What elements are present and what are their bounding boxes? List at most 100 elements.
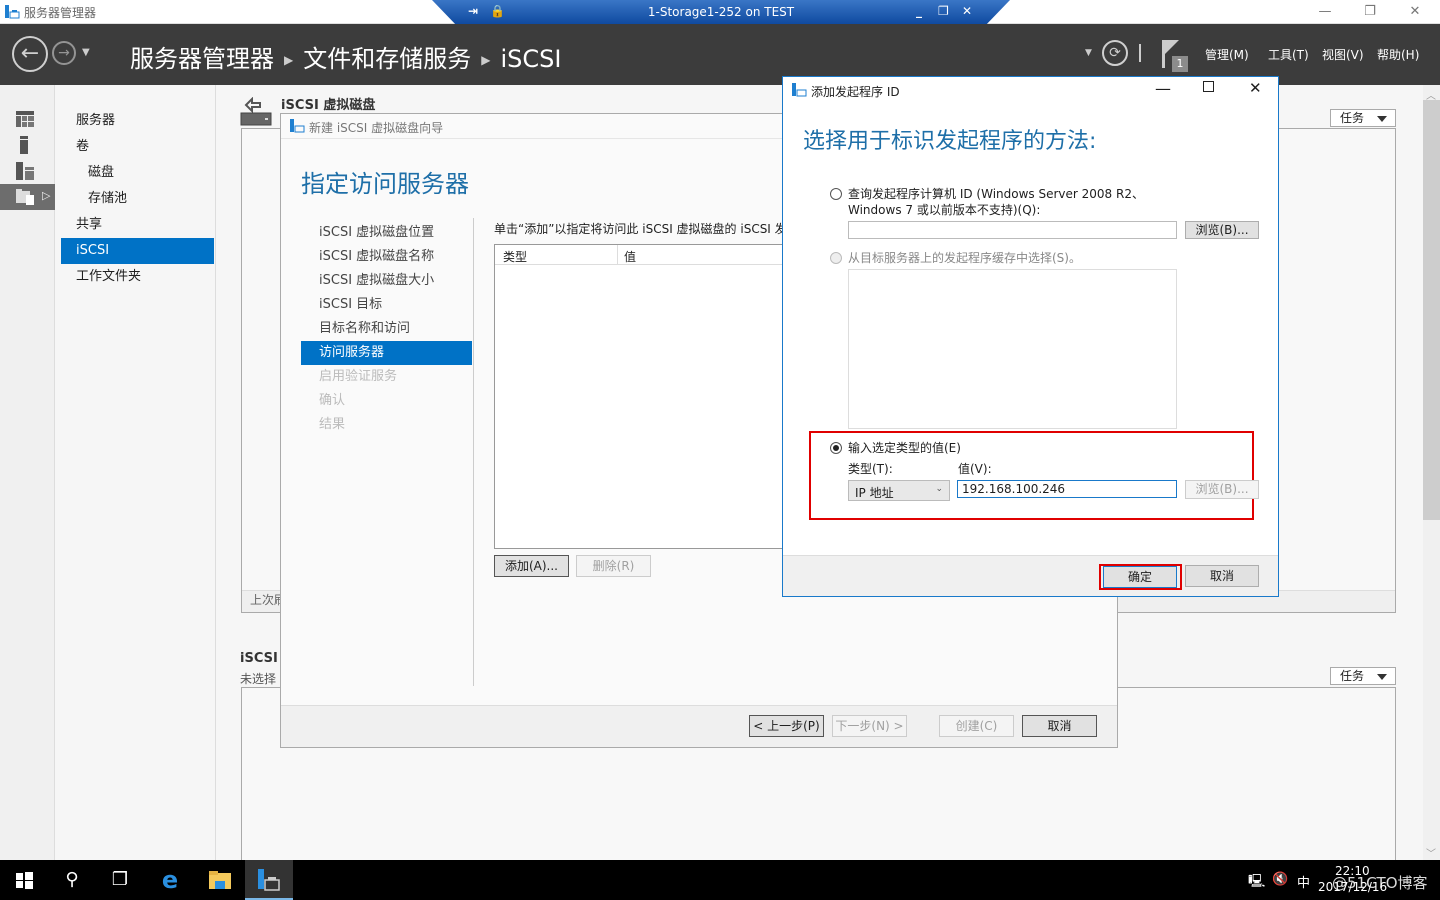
wizard-step-active[interactable]: 访问服务器 — [301, 341, 472, 365]
start-button[interactable] — [0, 860, 48, 900]
rail-file-storage[interactable]: ▷ — [0, 184, 55, 210]
dialog-app-icon — [792, 83, 807, 97]
wizard-step[interactable]: iSCSI 虚拟磁盘位置 — [301, 221, 472, 245]
column-type[interactable]: 类型 — [503, 248, 527, 265]
nav-item-shares[interactable]: 共享 — [61, 212, 214, 238]
close-button[interactable]: ✕ — [1400, 2, 1430, 22]
nav-item-volumes[interactable]: 卷 — [61, 134, 214, 160]
ime-indicator[interactable]: 中 — [1297, 872, 1310, 891]
scroll-down-icon[interactable]: ﹀ — [1426, 845, 1436, 860]
restore-button[interactable]: ❐ — [1355, 2, 1385, 22]
browse-button-1[interactable]: 浏览(B)... — [1185, 221, 1259, 239]
breadcrumb-separator-icon: ▶ — [481, 53, 491, 67]
rdp-close-icon[interactable]: ✕ — [962, 4, 972, 18]
refresh-icon[interactable]: ⟳ — [1102, 40, 1128, 66]
wizard-step[interactable]: iSCSI 目标 — [301, 293, 472, 317]
nav-item-servers[interactable]: 服务器 — [61, 108, 214, 134]
previous-button[interactable]: < 上一步(P) — [749, 715, 824, 737]
forward-button[interactable]: → — [52, 41, 76, 65]
breadcrumb-item[interactable]: 服务器管理器 — [130, 45, 274, 73]
dialog-minimize-icon[interactable]: — — [1155, 79, 1171, 98]
section-subtitle: 未选择 — [240, 672, 277, 686]
wizard-cancel-button[interactable]: 取消 — [1022, 715, 1097, 737]
wizard-step: 确认 — [319, 393, 346, 408]
dropdown-icon[interactable]: ▼ — [1085, 48, 1092, 58]
nav-item-disks[interactable]: 磁盘 — [61, 160, 214, 186]
file-explorer-button[interactable] — [196, 860, 244, 900]
initiator-cache-list — [848, 269, 1177, 429]
nav-item-work-folders[interactable]: 工作文件夹 — [61, 264, 214, 290]
volume-muted-icon[interactable]: 🔇 — [1272, 872, 1288, 887]
dialog-cancel-button[interactable]: 取消 — [1185, 565, 1259, 587]
menu-manage[interactable]: 管理(M) — [1205, 46, 1249, 63]
rdp-title: 1-Storage1-252 on TEST — [647, 5, 795, 19]
rail-dashboard[interactable] — [0, 106, 55, 132]
breadcrumb-item[interactable]: iSCSI — [500, 45, 561, 73]
server-manager-taskbar-button[interactable] — [245, 860, 293, 900]
server-manager-icon — [5, 5, 20, 19]
instruction-text: 单击“添加”以指定将访问此 iSCSI 虚拟磁盘的 iSCSI 发起程序。 — [494, 222, 784, 236]
option3-label: 输入选定类型的值(E) — [848, 441, 961, 455]
all-servers-icon — [16, 162, 34, 180]
radio-enter-value[interactable] — [830, 442, 842, 454]
dropdown-arrow-icon — [1377, 674, 1387, 680]
wizard-step[interactable]: iSCSI 虚拟磁盘大小 — [301, 269, 472, 293]
rail-all-servers[interactable] — [0, 158, 55, 184]
column-value[interactable]: 值 — [624, 248, 636, 265]
value-input[interactable]: 192.168.100.246 — [957, 480, 1177, 498]
nav-item-storage-pools[interactable]: 存储池 — [61, 186, 214, 212]
server-manager-icon — [258, 869, 280, 891]
rdp-restore-icon[interactable]: ❐ — [938, 4, 949, 18]
breadcrumb-separator-icon: ▶ — [284, 53, 294, 67]
dialog-close-icon[interactable]: ✕ — [1249, 79, 1262, 97]
dialog-title: 添加发起程序 ID — [811, 85, 900, 99]
notifications-flag[interactable]: 1 — [1160, 38, 1188, 72]
option1-label-line1: 查询发起程序计算机 ID (Windows Server 2008 R2、 — [848, 187, 1144, 201]
wizard-step[interactable]: 目标名称和访问 — [301, 317, 472, 341]
next-button: 下一步(N) > — [832, 715, 907, 737]
search-button[interactable]: ⚲ — [48, 860, 96, 900]
search-icon: ⚲ — [65, 869, 79, 890]
divider — [1139, 44, 1141, 62]
rail-local-server[interactable] — [0, 132, 55, 158]
type-select[interactable]: IP 地址 ⌄ — [848, 480, 950, 501]
wizard-step: 启用验证服务 — [319, 369, 398, 384]
ok-button[interactable]: 确定 — [1103, 566, 1177, 588]
dashboard-icon — [16, 111, 34, 127]
dialog-heading: 选择用于标识发起程序的方法: — [803, 129, 1097, 154]
add-button[interactable]: 添加(A)... — [494, 555, 569, 577]
menu-view[interactable]: 视图(V) — [1322, 46, 1364, 63]
left-icon-rail: ▷ — [0, 85, 55, 860]
option2-label: 从目标服务器上的发起程序缓存中选择(S)。 — [848, 251, 1081, 265]
folder-icon — [209, 871, 231, 889]
type-select-value: IP 地址 — [855, 486, 894, 500]
rdp-minimize-icon[interactable]: _ — [916, 4, 922, 18]
vertical-scrollbar[interactable]: ︿ ﹀ — [1423, 85, 1440, 860]
back-button[interactable]: ← — [12, 36, 48, 72]
initiators-table[interactable]: 类型 值 — [494, 244, 794, 549]
menu-tools[interactable]: 工具(T) — [1268, 46, 1309, 63]
scrollbar-thumb[interactable] — [1423, 100, 1440, 520]
ie-button[interactable]: e — [146, 860, 194, 900]
window-title: 服务器管理器 — [24, 6, 97, 20]
add-initiator-id-dialog: 添加发起程序 ID — ✕ 选择用于标识发起程序的方法: 查询发起程序计算机 I… — [782, 76, 1279, 597]
radio-query-computer-id[interactable] — [830, 188, 842, 200]
minimize-button[interactable]: — — [1310, 2, 1340, 22]
iscsi-disk-icon — [240, 97, 272, 126]
menu-help[interactable]: 帮助(H) — [1377, 46, 1419, 63]
wizard-step[interactable]: iSCSI 虚拟磁盘名称 — [301, 245, 472, 269]
dialog-maximize-icon[interactable] — [1203, 81, 1214, 92]
table-header: 类型 值 — [495, 245, 793, 265]
network-icon[interactable]: 🖳 — [1248, 872, 1265, 894]
task-view-button[interactable]: ❐ — [96, 860, 144, 900]
tasks-dropdown[interactable]: 任务 — [1330, 109, 1396, 127]
type-label: 类型(T): — [848, 462, 893, 476]
value-label: 值(V): — [958, 462, 992, 476]
history-dropdown-icon[interactable]: ▼ — [82, 47, 90, 58]
breadcrumb-item[interactable]: 文件和存储服务 — [303, 45, 471, 73]
nav-item-iscsi[interactable]: iSCSI — [61, 238, 214, 264]
section-title-virtual-disks: iSCSI 虚拟磁盘 — [281, 98, 376, 113]
expand-arrow-icon[interactable]: ▷ — [42, 189, 50, 202]
computer-id-input[interactable] — [848, 221, 1177, 239]
tasks-dropdown-2[interactable]: 任务 — [1330, 667, 1396, 685]
